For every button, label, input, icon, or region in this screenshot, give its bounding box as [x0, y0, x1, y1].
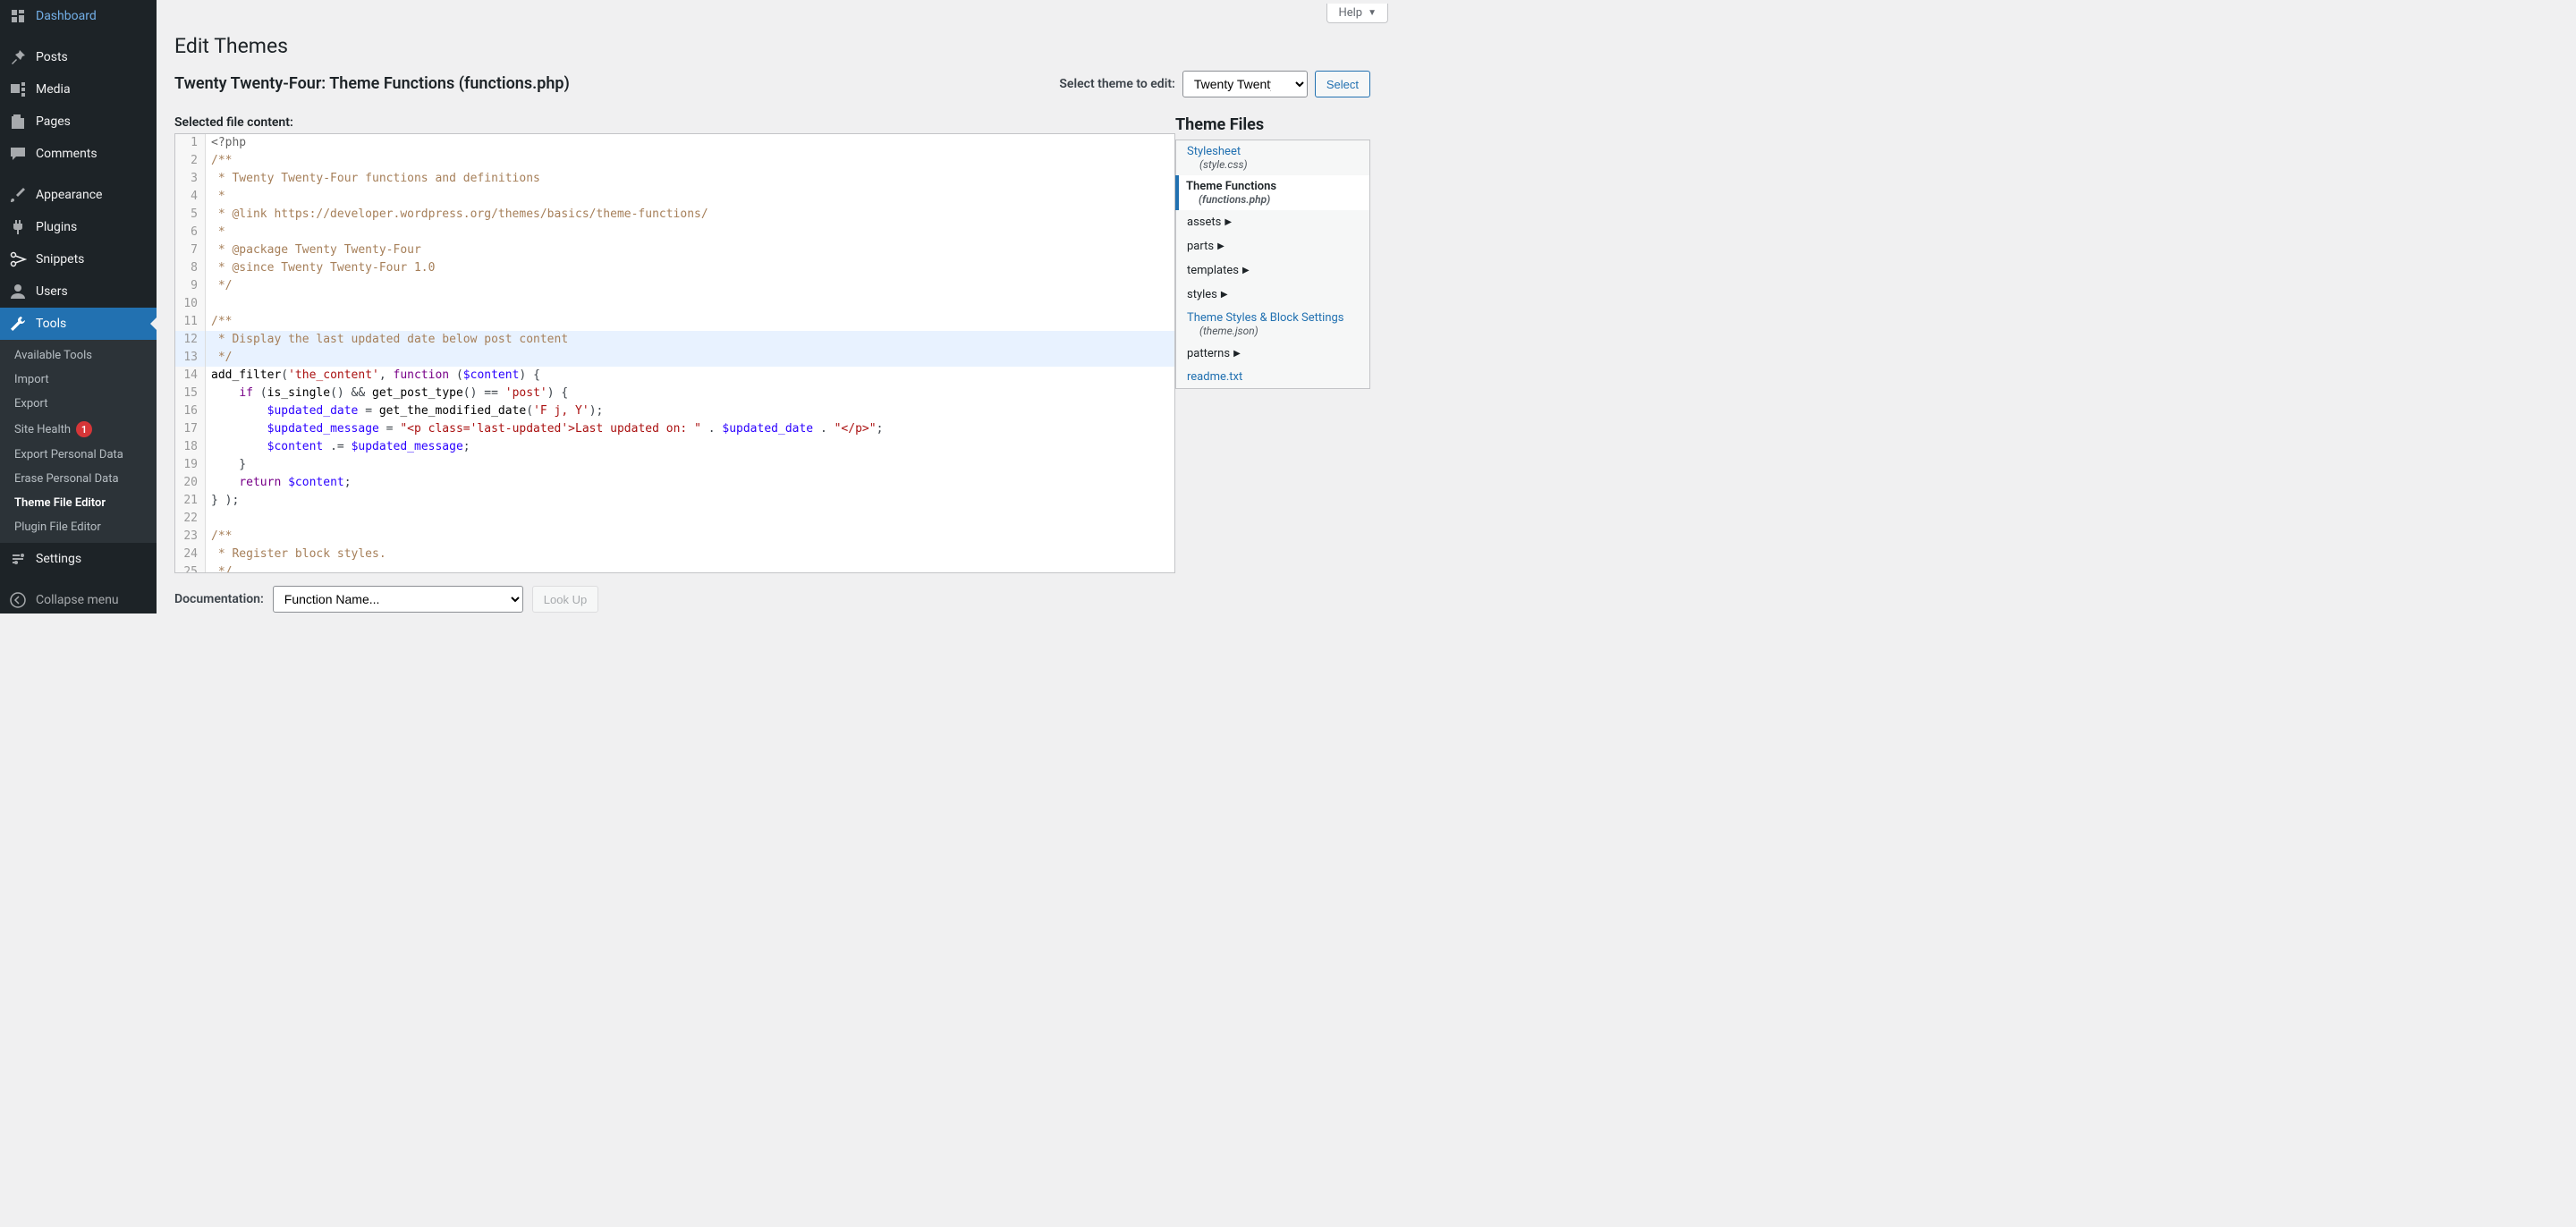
- menu-label: Settings: [36, 552, 81, 566]
- menu-appearance[interactable]: Appearance: [0, 179, 157, 211]
- menu-label: Snippets: [36, 252, 84, 267]
- menu-label: Dashboard: [36, 9, 97, 23]
- menu-tools[interactable]: Tools: [0, 308, 157, 340]
- menu-pages[interactable]: Pages: [0, 106, 157, 138]
- pages-icon: [9, 113, 27, 131]
- submenu-import[interactable]: Import: [0, 368, 157, 392]
- doc-label: Documentation:: [174, 592, 264, 606]
- menu-label: Posts: [36, 50, 68, 64]
- submenu-site-health[interactable]: Site Health1: [0, 416, 157, 443]
- comment-icon: [9, 145, 27, 163]
- code-editor[interactable]: 1<?php 2/** 3 * Twenty Twenty-Four funct…: [174, 133, 1175, 573]
- file-tree: Theme Files Stylesheet (style.css) Theme…: [1175, 115, 1370, 614]
- media-icon: [9, 80, 27, 98]
- tree-item-readme[interactable]: readme.txt: [1176, 366, 1369, 388]
- tree-folder-patterns[interactable]: patterns▶: [1176, 342, 1369, 366]
- collapse-icon: [9, 591, 27, 609]
- tools-submenu: Available Tools Import Export Site Healt…: [0, 340, 157, 543]
- tree-item-theme-json[interactable]: Theme Styles & Block Settings (theme.jso…: [1176, 307, 1369, 342]
- menu-plugins[interactable]: Plugins: [0, 211, 157, 243]
- wrench-icon: [9, 315, 27, 333]
- menu-label: Pages: [36, 114, 71, 129]
- menu-label: Tools: [36, 317, 66, 331]
- select-button[interactable]: Select: [1315, 71, 1370, 97]
- settings-icon: [9, 550, 27, 568]
- menu-label: Media: [36, 82, 71, 97]
- submenu-export-personal[interactable]: Export Personal Data: [0, 443, 157, 467]
- tree-item-functions[interactable]: Theme Functions (functions.php): [1175, 175, 1369, 210]
- pin-icon: [9, 48, 27, 66]
- submenu-export[interactable]: Export: [0, 392, 157, 416]
- user-icon: [9, 283, 27, 300]
- submenu-available-tools[interactable]: Available Tools: [0, 343, 157, 368]
- file-title: Twenty Twenty-Four: Theme Functions (fun…: [174, 74, 570, 93]
- menu-posts[interactable]: Posts: [0, 41, 157, 73]
- lookup-button[interactable]: Look Up: [532, 586, 598, 613]
- chevron-right-icon: ▶: [1242, 266, 1250, 275]
- submenu-plugin-file-editor[interactable]: Plugin File Editor: [0, 515, 157, 539]
- page-title: Edit Themes: [174, 34, 1370, 58]
- scissors-icon: [9, 250, 27, 268]
- menu-label: Appearance: [36, 188, 102, 202]
- theme-dropdown[interactable]: Twenty Twenty-Four: [1182, 71, 1308, 97]
- tree-folder-assets[interactable]: assets▶: [1176, 210, 1369, 234]
- theme-files-heading: Theme Files: [1175, 115, 1370, 134]
- dashboard-icon: [9, 7, 27, 25]
- chevron-right-icon: ▶: [1217, 241, 1224, 251]
- theme-select-label: Select theme to edit:: [1059, 77, 1174, 91]
- badge: 1: [76, 421, 92, 437]
- doc-dropdown[interactable]: Function Name...: [273, 586, 523, 613]
- menu-dashboard[interactable]: Dashboard: [0, 0, 157, 32]
- tree-folder-templates[interactable]: templates▶: [1176, 258, 1369, 283]
- menu-media[interactable]: Media: [0, 73, 157, 106]
- menu-label: Collapse menu: [36, 593, 119, 607]
- menu-label: Comments: [36, 147, 97, 161]
- help-label: Help: [1338, 6, 1362, 20]
- theme-select-group: Select theme to edit: Twenty Twenty-Four…: [1059, 71, 1370, 97]
- main-content: Help ▼ Edit Themes Twenty Twenty-Four: T…: [157, 0, 1388, 614]
- admin-sidebar: Dashboard Posts Media Pages Comments App…: [0, 0, 157, 614]
- help-tab[interactable]: Help ▼: [1326, 4, 1388, 23]
- content-label: Selected file content:: [174, 115, 1175, 130]
- chevron-right-icon: ▶: [1233, 349, 1241, 359]
- brush-icon: [9, 186, 27, 204]
- chevron-right-icon: ▶: [1221, 290, 1228, 300]
- tree-folder-parts[interactable]: parts▶: [1176, 234, 1369, 258]
- menu-settings[interactable]: Settings: [0, 543, 157, 575]
- documentation-row: Documentation: Function Name... Look Up: [174, 586, 1175, 613]
- tree-item-stylesheet[interactable]: Stylesheet (style.css): [1176, 140, 1369, 175]
- menu-label: Plugins: [36, 220, 77, 234]
- menu-snippets[interactable]: Snippets: [0, 243, 157, 275]
- tree-folder-styles[interactable]: styles▶: [1176, 283, 1369, 307]
- menu-label: Users: [36, 284, 68, 299]
- submenu-erase-personal[interactable]: Erase Personal Data: [0, 467, 157, 491]
- plug-icon: [9, 218, 27, 236]
- menu-users[interactable]: Users: [0, 275, 157, 308]
- chevron-down-icon: ▼: [1368, 8, 1377, 18]
- submenu-theme-file-editor[interactable]: Theme File Editor: [0, 491, 157, 515]
- menu-comments[interactable]: Comments: [0, 138, 157, 170]
- menu-collapse[interactable]: Collapse menu: [0, 584, 157, 614]
- chevron-right-icon: ▶: [1224, 217, 1232, 227]
